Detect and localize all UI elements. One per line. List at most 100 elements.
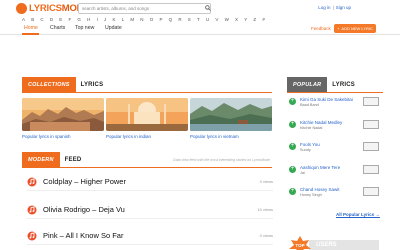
- alphabet-letter[interactable]: Q: [169, 17, 173, 22]
- popular-item[interactable]: + Chand Hosey Sawit Honey Singh: [289, 187, 381, 207]
- alphabet-letter[interactable]: V: [215, 17, 218, 22]
- feed-tag: MODERN: [22, 152, 60, 168]
- search-icon[interactable]: [205, 5, 211, 11]
- feed-rule: [22, 167, 272, 168]
- alphabet-letter[interactable]: I: [97, 17, 98, 22]
- alphabet-letter[interactable]: D: [50, 17, 53, 22]
- lyric-icon: [27, 177, 37, 186]
- popular-item-title[interactable]: Aashiqon Mere Tere: [300, 165, 340, 170]
- popular-item-thumbnail[interactable]: [363, 165, 379, 174]
- collection-caption-vietnam[interactable]: Popular lyrics in vietnam: [190, 134, 272, 139]
- feed-note: Data view feed with the most interesting…: [173, 158, 270, 162]
- active-tab-indicator: [22, 33, 39, 35]
- collections-title: LYRICS: [80, 82, 104, 88]
- popular-item-artist[interactable]: Baad Band: [300, 103, 319, 107]
- alphabet-letter[interactable]: X: [235, 17, 238, 22]
- alphabet-letter[interactable]: K: [112, 17, 115, 22]
- alphabet-letter[interactable]: G: [77, 17, 81, 22]
- logo-icon: [16, 3, 27, 14]
- tab-top-new[interactable]: Top new: [75, 25, 94, 31]
- lyric-icon: [27, 231, 37, 240]
- auth-separator: |: [332, 5, 334, 10]
- alphabet-letter[interactable]: N: [140, 17, 143, 22]
- feed-title: FEED: [64, 157, 82, 163]
- lyric-icon: [27, 205, 37, 214]
- signup-link[interactable]: Sign up: [336, 5, 351, 10]
- popular-item-title[interactable]: Kimi Ga Suki De Sakebitai: [300, 97, 353, 102]
- alphabet-letter[interactable]: Y: [244, 17, 247, 22]
- alphabet-letter[interactable]: Z: [253, 17, 256, 22]
- add-icon[interactable]: +: [289, 98, 296, 105]
- popular-item-artist[interactable]: Sundy: [300, 148, 311, 152]
- alphabet-letter[interactable]: P: [159, 17, 162, 22]
- collections-header: COLLECTIONS LYRICS: [22, 77, 103, 93]
- add-icon[interactable]: +: [289, 121, 296, 128]
- feed-item[interactable]: Coldplay – Higher Power 0 views: [27, 173, 273, 191]
- alphabet-letter[interactable]: M: [130, 17, 134, 22]
- top-users-header: USERS: [309, 240, 379, 250]
- add-lyric-label: ADD NEW LYRIC: [341, 26, 373, 31]
- logo-word-a: LYRICS: [29, 3, 62, 14]
- feed-item[interactable]: Pink – All I Know So Far 0 views: [27, 227, 273, 245]
- add-lyric-button[interactable]: + ADD NEW LYRIC: [334, 24, 376, 33]
- popular-item[interactable]: + Kimi Ga Suki De Sakebitai Baad Band: [289, 97, 381, 117]
- all-popular-lyrics-link[interactable]: All Popular Lyrics →: [336, 212, 380, 217]
- popular-header: POPULAR LYRICS: [287, 77, 355, 93]
- tab-home[interactable]: Home: [24, 25, 38, 31]
- feed-header: MODERN FEED: [22, 152, 81, 168]
- popular-item-thumbnail[interactable]: [363, 142, 379, 151]
- popular-item-thumbnail[interactable]: [363, 97, 379, 106]
- popular-item-title[interactable]: Kitchie Nadal Medley: [300, 120, 342, 125]
- popular-item[interactable]: + Kitchie Nadal Medley Kitchie Nadal: [289, 120, 381, 140]
- collection-card-indian[interactable]: Popular lyrics in indian: [106, 98, 188, 139]
- alphabet-letter[interactable]: C: [40, 17, 43, 22]
- feed-item-title[interactable]: Pink – All I Know So Far: [43, 231, 123, 240]
- alphabet-letter[interactable]: H: [87, 17, 90, 22]
- collection-caption-indian[interactable]: Popular lyrics in indian: [106, 134, 188, 139]
- popular-item-artist[interactable]: Kitchie Nadal: [300, 126, 322, 130]
- alphabet-letter[interactable]: B: [31, 17, 34, 22]
- feedback-link[interactable]: Feedback: [311, 26, 331, 31]
- feed-item-views: 10 views: [257, 207, 273, 212]
- feed-item-title[interactable]: Olivia Rodrigo – Deja Vu: [43, 205, 125, 214]
- collection-card-spanish[interactable]: Popular lyrics in spanish: [22, 98, 104, 139]
- popular-item-artist[interactable]: Jai: [300, 171, 305, 175]
- main-nav: Home Charts Top new Update Feedback + AD…: [0, 23, 400, 35]
- popular-rule: [287, 92, 383, 93]
- popular-item-artist[interactable]: Honey Singh: [300, 193, 322, 197]
- collection-caption-spanish[interactable]: Popular lyrics in spanish: [22, 134, 104, 139]
- alphabet-letter[interactable]: F: [68, 17, 71, 22]
- add-icon[interactable]: +: [289, 188, 296, 195]
- popular-item[interactable]: + Fools You Sundy: [289, 142, 381, 162]
- auth-links: Log in | Sign up: [316, 5, 351, 10]
- alphabet-letter[interactable]: R: [178, 17, 181, 22]
- alphabet-letter[interactable]: A: [22, 17, 25, 22]
- tab-charts[interactable]: Charts: [50, 25, 65, 31]
- alphabet-letter[interactable]: U: [206, 17, 209, 22]
- popular-item-title[interactable]: Chand Hosey Sawit: [300, 187, 340, 192]
- alphabet-letter[interactable]: T: [197, 17, 200, 22]
- feed-item[interactable]: Olivia Rodrigo – Deja Vu 10 views: [27, 201, 273, 219]
- alphabet-letter[interactable]: E: [59, 17, 62, 22]
- search-input[interactable]: [78, 3, 211, 14]
- alphabet-letter[interactable]: S: [188, 17, 191, 22]
- popular-title: LYRICS: [332, 82, 355, 88]
- popular-item-thumbnail[interactable]: [363, 187, 379, 196]
- add-icon[interactable]: +: [289, 166, 296, 173]
- popular-item[interactable]: + Aashiqon Mere Tere Jai: [289, 165, 381, 185]
- users-tag-label: USERS: [316, 242, 337, 248]
- alphabet-letter[interactable]: #: [262, 17, 265, 22]
- popular-item-thumbnail[interactable]: [363, 120, 379, 129]
- add-icon[interactable]: +: [289, 143, 296, 150]
- alphabet-letter[interactable]: O: [150, 17, 154, 22]
- collection-image-spanish: [22, 98, 104, 131]
- alphabet-letter[interactable]: L: [122, 17, 125, 22]
- plus-icon: +: [337, 26, 340, 31]
- popular-item-title[interactable]: Fools You: [300, 142, 320, 147]
- alphabet-letter[interactable]: W: [225, 17, 229, 22]
- alphabet-letter[interactable]: J: [104, 17, 106, 22]
- tab-update[interactable]: Update: [105, 25, 122, 31]
- collection-card-vietnam[interactable]: Popular lyrics in vietnam: [190, 98, 272, 139]
- feed-item-title[interactable]: Coldplay – Higher Power: [43, 177, 126, 186]
- login-link[interactable]: Log in: [318, 5, 330, 10]
